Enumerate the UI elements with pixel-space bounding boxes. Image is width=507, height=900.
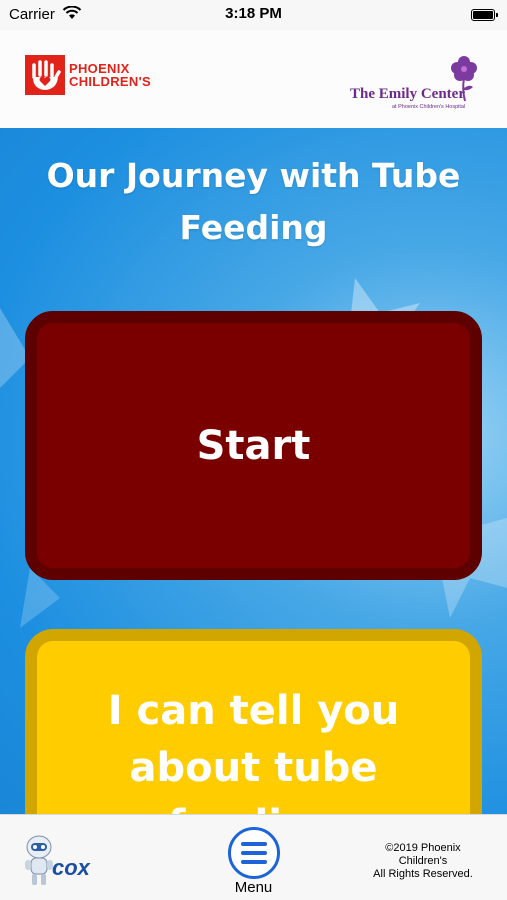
menu-icon-bar-top bbox=[241, 842, 267, 846]
cox-wordmark: cox bbox=[52, 855, 90, 880]
bottom-bar: cox Menu ©2019 Phoenix Children's All Ri… bbox=[0, 814, 507, 900]
tell-button-label: I can tell you about tube feeding bbox=[107, 688, 400, 814]
status-bar: Carrier 3:18 PM bbox=[0, 0, 507, 30]
emily-center-logo: The Emily Center at Phoenix Children's H… bbox=[350, 54, 485, 114]
emily-center-subtitle: at Phoenix Children's Hospital bbox=[392, 104, 466, 110]
start-button[interactable]: Start bbox=[25, 311, 482, 580]
status-time: 3:18 PM bbox=[225, 5, 282, 22]
start-button-label: Start bbox=[196, 422, 311, 469]
phoenix-childrens-logo: PHOENIX CHILDREN'S bbox=[25, 55, 151, 95]
copyright-line-1: ©2019 Phoenix bbox=[385, 842, 461, 854]
header: PHOENIX CHILDREN'S The Emily Center at P… bbox=[0, 30, 507, 128]
hand-heart-icon bbox=[25, 55, 65, 95]
battery-icon bbox=[471, 9, 498, 21]
tell-about-tube-feeding-button[interactable]: I can tell you about tube feeding bbox=[25, 629, 482, 814]
menu-icon-bar-middle bbox=[241, 851, 267, 855]
copyright-text: ©2019 Phoenix Children's All Rights Rese… bbox=[363, 842, 483, 881]
copyright-line-2: Children's bbox=[398, 855, 448, 867]
logo-line-2: CHILDREN'S bbox=[69, 74, 151, 89]
phoenix-childrens-wordmark: PHOENIX CHILDREN'S bbox=[69, 62, 151, 88]
menu-icon-bar-bottom bbox=[241, 860, 267, 864]
main-content: Our Journey with Tube Feeding Start I ca… bbox=[0, 128, 507, 814]
emily-center-name: The Emily Center bbox=[350, 86, 465, 102]
menu-button[interactable] bbox=[228, 827, 280, 879]
page-title: Our Journey with Tube Feeding bbox=[46, 156, 461, 247]
menu-label[interactable]: Menu bbox=[0, 879, 507, 896]
copyright-line-3: All Rights Reserved. bbox=[373, 868, 473, 880]
